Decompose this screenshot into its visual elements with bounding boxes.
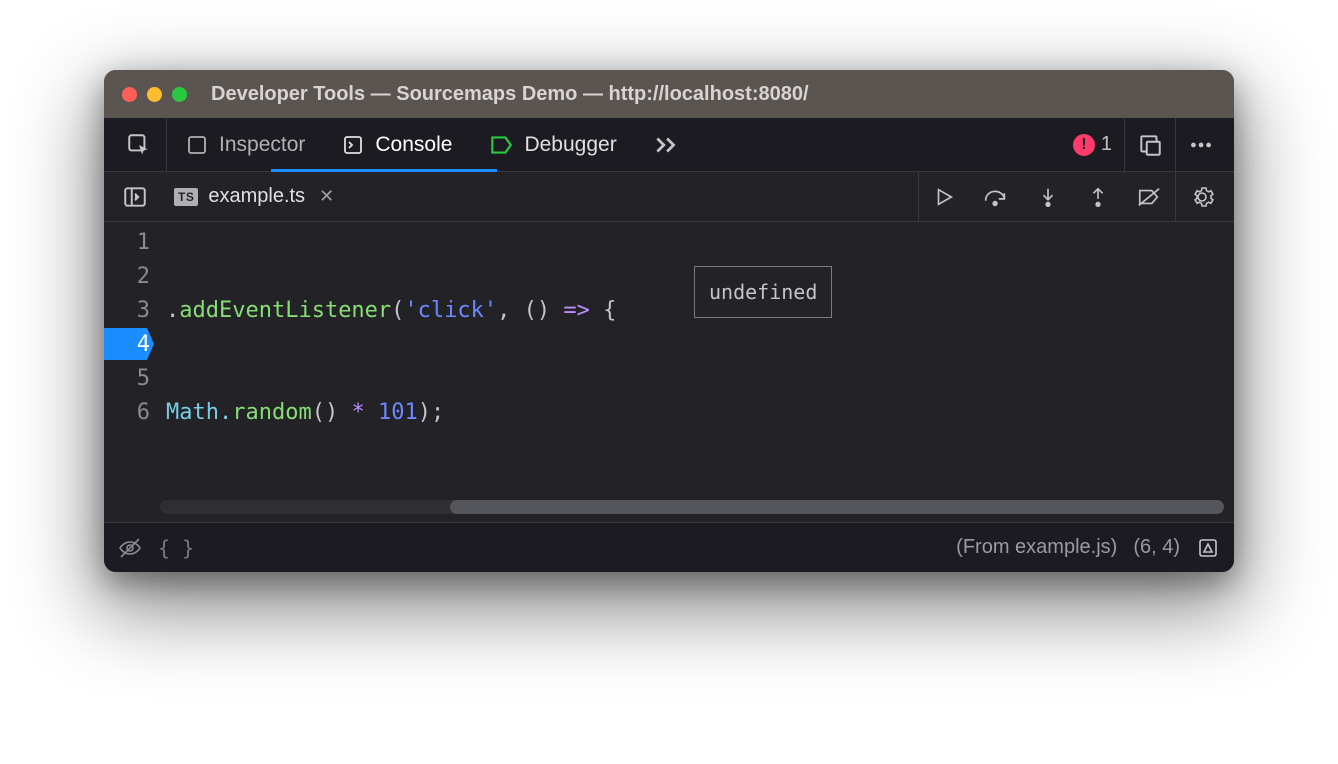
minimize-window-button[interactable] xyxy=(147,87,162,102)
file-tab-example-ts[interactable]: TS example.ts ✕ xyxy=(160,172,348,221)
step-out-icon xyxy=(1087,186,1109,208)
eye-off-icon xyxy=(118,536,142,560)
kebab-menu-button[interactable] xyxy=(1175,118,1226,171)
gear-icon xyxy=(1190,185,1214,209)
horizontal-scrollbar[interactable] xyxy=(160,500,1224,514)
debugger-settings-button[interactable] xyxy=(1175,172,1228,221)
tooltip-value: undefined xyxy=(709,280,817,304)
window-title: Developer Tools — Sourcemaps Demo — http… xyxy=(211,83,809,106)
tab-inspector-label: Inspector xyxy=(219,133,305,157)
tab-console[interactable]: Console xyxy=(323,118,470,171)
step-in-icon xyxy=(1037,186,1059,208)
value-tooltip: undefined xyxy=(694,266,832,318)
code-line[interactable]: Math.random() * 101); xyxy=(160,396,1234,430)
tab-console-label: Console xyxy=(375,133,452,157)
dock-icon xyxy=(1137,132,1163,158)
error-count-badge[interactable]: ! 1 xyxy=(1061,118,1124,171)
blackbox-toggle[interactable] xyxy=(118,536,142,560)
line-gutter[interactable]: 1 2 3 4 5 6 xyxy=(104,222,160,522)
console-icon xyxy=(341,133,365,157)
scrollbar-thumb[interactable] xyxy=(450,500,1224,514)
dock-mode-button[interactable] xyxy=(1124,118,1175,171)
file-tab-label: example.ts xyxy=(208,185,305,208)
tab-debugger-label: Debugger xyxy=(524,133,616,157)
step-over-icon xyxy=(983,186,1009,208)
breakpoint-disabled-icon xyxy=(1137,186,1161,208)
pick-element-icon xyxy=(126,132,152,158)
tab-debugger[interactable]: Debugger xyxy=(470,118,634,171)
ts-file-badge: TS xyxy=(174,188,198,206)
zoom-window-button[interactable] xyxy=(172,87,187,102)
line-number[interactable]: 4 xyxy=(104,328,150,362)
pick-element-button[interactable] xyxy=(112,118,167,171)
chevron-double-right-icon xyxy=(653,135,679,155)
window-controls xyxy=(122,87,187,102)
deactivate-breakpoints-button[interactable] xyxy=(1123,172,1175,221)
line-number[interactable]: 2 xyxy=(104,260,150,294)
devtools-window: Developer Tools — Sourcemaps Demo — http… xyxy=(104,70,1234,572)
error-count-label: 1 xyxy=(1101,133,1112,156)
resume-button[interactable] xyxy=(919,172,969,221)
line-number[interactable]: 3 xyxy=(104,294,150,328)
close-window-button[interactable] xyxy=(122,87,137,102)
kebab-icon xyxy=(1188,132,1214,158)
line-number[interactable]: 6 xyxy=(104,396,150,430)
step-out-button[interactable] xyxy=(1073,172,1123,221)
active-tab-underline xyxy=(271,169,497,172)
close-tab-button[interactable]: ✕ xyxy=(319,186,334,207)
tab-inspector[interactable]: Inspector xyxy=(167,118,323,171)
code-editor[interactable]: 1 2 3 4 5 6 .addEventListener('click', (… xyxy=(104,222,1234,522)
step-in-button[interactable] xyxy=(1023,172,1073,221)
tab-overflow-button[interactable] xyxy=(635,118,697,171)
inspector-icon xyxy=(185,133,209,157)
debugger-icon xyxy=(488,132,514,158)
debug-controls xyxy=(918,172,1228,221)
debugger-subbar: TS example.ts ✕ xyxy=(104,172,1234,222)
error-icon: ! xyxy=(1073,134,1095,156)
titlebar: Developer Tools — Sourcemaps Demo — http… xyxy=(104,70,1234,118)
source-list-toggle[interactable] xyxy=(110,184,160,210)
line-number[interactable]: 5 xyxy=(104,362,150,396)
devtools-toolbar: Inspector Console Debugger ! 1 xyxy=(104,118,1234,172)
step-over-button[interactable] xyxy=(969,172,1023,221)
play-icon xyxy=(933,186,955,208)
line-number[interactable]: 1 xyxy=(104,226,150,260)
panel-left-icon xyxy=(122,184,148,210)
